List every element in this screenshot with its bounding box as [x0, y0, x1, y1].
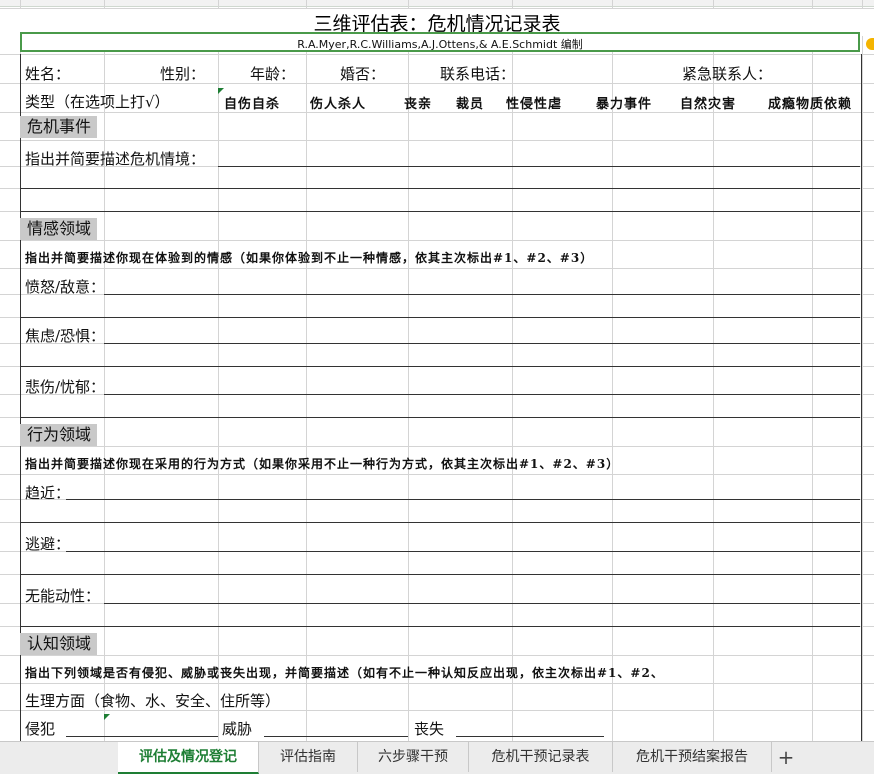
type-label[interactable]: 类型（在选项上打√）	[25, 91, 170, 112]
tab-assessment-registration[interactable]: 评估及情况登记	[118, 742, 259, 774]
type-option[interactable]: 性侵性虐	[506, 93, 562, 112]
type-option[interactable]: 自然灾害	[680, 93, 736, 112]
name-label[interactable]: 姓名：	[25, 63, 70, 84]
type-option[interactable]: 成瘾物质依赖	[768, 93, 852, 112]
tab-assessment-guide[interactable]: 评估指南	[259, 742, 358, 772]
phone-label[interactable]: 联系电话：	[440, 63, 515, 84]
author-line[interactable]: R.A.Myer,R.C.Williams,A.J.Ottens,& A.E.S…	[20, 36, 860, 52]
affective-instruction[interactable]: 指出并简要描述你现在体验到的情感（如果你体验到不止一种情感，依其主次标出#1、#…	[25, 249, 593, 266]
behavioral-item[interactable]: 逃避：	[25, 533, 70, 554]
type-option[interactable]: 暴力事件	[596, 93, 652, 112]
gender-label[interactable]: 性别：	[160, 63, 205, 84]
violation-label[interactable]: 侵犯	[25, 718, 55, 739]
behavioral-item[interactable]: 无能动性：	[25, 585, 100, 606]
answer-line	[20, 366, 860, 367]
answer-line	[66, 499, 860, 500]
answer-line	[66, 736, 218, 737]
answer-line	[20, 626, 860, 627]
type-option[interactable]: 伤人杀人	[310, 93, 366, 112]
answer-line	[104, 343, 860, 344]
age-label[interactable]: 年龄：	[250, 63, 295, 84]
answer-line	[20, 188, 860, 189]
answer-line	[20, 417, 860, 418]
answer-line	[218, 166, 860, 167]
loss-label[interactable]: 丧失	[414, 718, 444, 739]
answer-line	[104, 294, 860, 295]
section-header-affective[interactable]: 情感领域	[20, 218, 98, 240]
behavioral-instruction[interactable]: 指出并简要描述你现在采用的行为方式（如果你采用不止一种行为方式，依其主次标出#1…	[25, 455, 619, 472]
sheet-tab-bar: 评估及情况登记 评估指南 六步骤干预 危机干预记录表 危机干预结案报告 +	[0, 741, 874, 774]
physical-aspect-label[interactable]: 生理方面（食物、水、安全、住所等）	[25, 690, 280, 711]
answer-line	[264, 736, 408, 737]
add-sheet-button[interactable]: +	[773, 742, 799, 772]
answer-line	[20, 317, 860, 318]
answer-line	[20, 522, 860, 523]
affective-item[interactable]: 悲伤/忧郁：	[25, 376, 105, 397]
cognitive-instruction[interactable]: 指出下列领域是否有侵犯、威胁或丧失出现，并简要描述（如有不止一种认知反应出现，依…	[25, 664, 664, 681]
affective-item[interactable]: 愤怒/敌意：	[25, 276, 105, 297]
comment-indicator	[104, 714, 110, 720]
threat-label[interactable]: 威胁	[222, 718, 252, 739]
answer-line	[104, 394, 860, 395]
tab-crisis-intervention-record[interactable]: 危机干预记录表	[469, 742, 613, 772]
tab-crisis-intervention-report[interactable]: 危机干预结案报告	[613, 742, 772, 772]
type-option[interactable]: 丧亲	[404, 93, 432, 112]
answer-line	[20, 211, 860, 212]
section-header-cognitive[interactable]: 认知领域	[20, 633, 98, 655]
emergency-contact-label[interactable]: 紧急联系人：	[682, 63, 772, 84]
answer-line	[104, 603, 860, 604]
type-option[interactable]: 自伤自杀	[224, 93, 280, 112]
selection-handle[interactable]	[866, 38, 874, 50]
answer-line	[20, 574, 860, 575]
section-header-crisis[interactable]: 危机事件	[20, 116, 98, 138]
crisis-prompt[interactable]: 指出并简要描述危机情境：	[25, 148, 205, 169]
affective-item[interactable]: 焦虑/恐惧：	[25, 325, 105, 346]
column-header-strip	[0, 0, 874, 7]
answer-line	[456, 736, 604, 737]
tab-bar-spacer	[0, 742, 118, 772]
tab-six-step-intervention[interactable]: 六步骤干预	[358, 742, 469, 772]
marital-label[interactable]: 婚否：	[340, 63, 385, 84]
answer-line	[66, 551, 860, 552]
section-header-behavioral[interactable]: 行为领域	[20, 424, 98, 446]
behavioral-item[interactable]: 趋近：	[25, 482, 70, 503]
type-option[interactable]: 裁员	[456, 93, 484, 112]
